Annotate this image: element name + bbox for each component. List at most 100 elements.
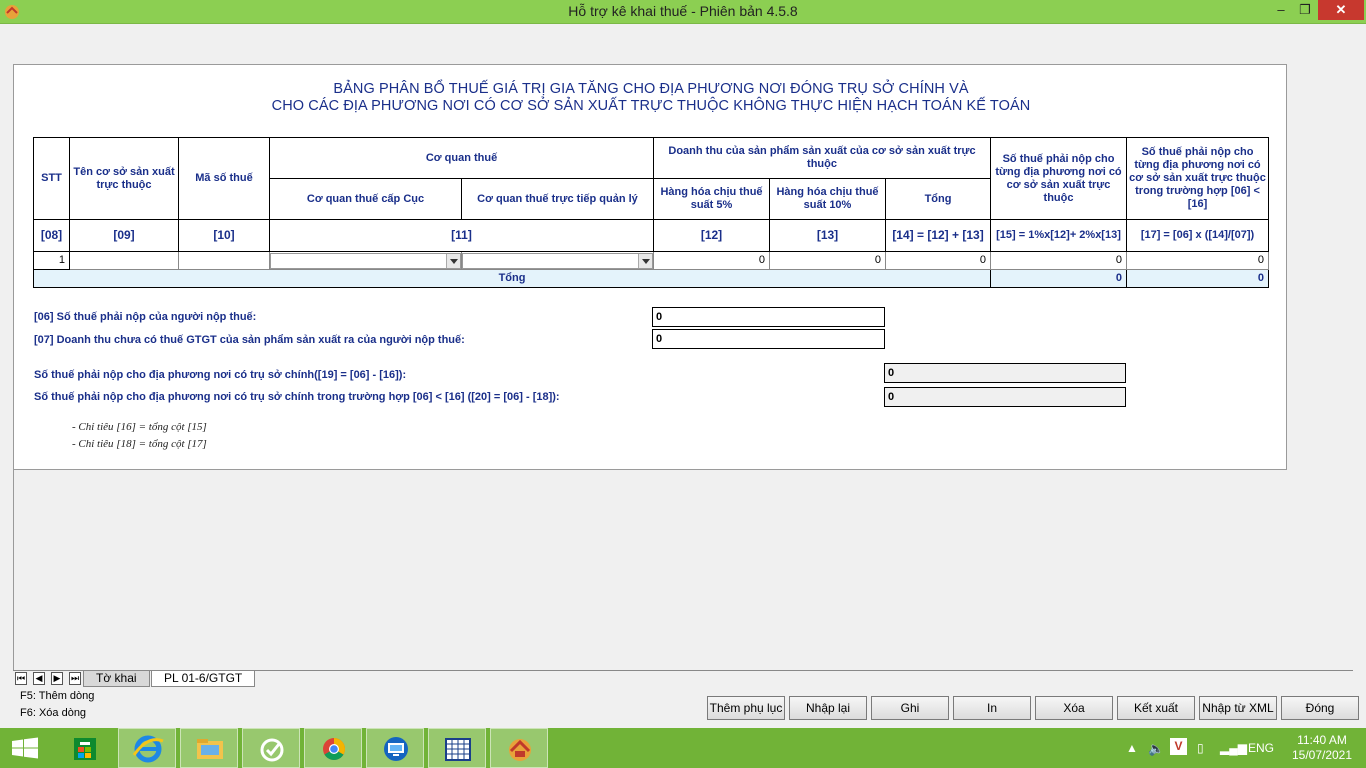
chevron-down-icon[interactable]	[638, 253, 652, 268]
chrome-taskbar-item[interactable]	[304, 728, 362, 768]
field-20-input: 0	[884, 387, 1126, 407]
dong-button[interactable]: Đóng	[1281, 696, 1359, 720]
nhap-tu-xml-button[interactable]: Nhập từ XML	[1199, 696, 1277, 720]
field-19-input: 0	[884, 363, 1126, 383]
start-button[interactable]	[0, 728, 50, 768]
language-indicator[interactable]: ENG	[1248, 741, 1274, 755]
table-row: 1 0 0 0 0 0	[33, 251, 1270, 270]
header-ten-co-so: Tên cơ sở sản xuất trực thuộc	[69, 137, 179, 220]
app-green-icon	[260, 738, 284, 762]
chevron-down-icon[interactable]	[446, 253, 460, 268]
in-button[interactable]: In	[953, 696, 1031, 720]
code-17: [17] = [06] x ([14]/[07])	[1126, 219, 1270, 252]
cell-13[interactable]: 0	[769, 251, 886, 270]
xoa-button[interactable]: Xóa	[1035, 696, 1113, 720]
close-button[interactable]: ✕	[1318, 0, 1364, 20]
ket-xuat-button[interactable]: Kết xuất	[1117, 696, 1195, 720]
field-06-input[interactable]: 0	[652, 307, 885, 327]
allocation-table: STT Tên cơ sở sản xuất trực thuộc Mã số …	[32, 137, 1270, 288]
header-cq-cap-cuc: Cơ quan thuế cấp Cục	[269, 178, 462, 220]
ie-taskbar-item[interactable]	[118, 728, 176, 768]
remote-taskbar-item[interactable]	[366, 728, 424, 768]
explorer-taskbar-item[interactable]	[180, 728, 238, 768]
clock-date: 15/07/2021	[1291, 748, 1353, 762]
total-17: 0	[1126, 269, 1270, 288]
code-14: [14] = [12] + [13]	[884, 219, 992, 252]
next-sheet-icon[interactable]: ▶	[51, 672, 63, 685]
store-icon	[74, 738, 96, 760]
cell-ten-co-so[interactable]	[69, 251, 179, 270]
header-stt: STT	[33, 137, 70, 220]
shortcut-f5: F5: Thêm dòng	[20, 690, 95, 702]
show-hidden-icons-icon[interactable]: ▲	[1126, 741, 1138, 755]
header-tong: Tổng	[884, 178, 992, 220]
header-ma-so-thue: Mã số thuế	[178, 137, 270, 220]
prev-sheet-icon[interactable]: ◀	[33, 672, 45, 685]
code-11: [11]	[269, 219, 654, 252]
form-title-line2: CHO CÁC ĐỊA PHƯƠNG NƠI CÓ CƠ SỞ SẢN XUẤT…	[271, 98, 1031, 114]
cell-12[interactable]: 0	[653, 251, 770, 270]
nhap-lai-button[interactable]: Nhập lại	[789, 696, 867, 720]
network-icon[interactable]: ▂▄▆	[1220, 741, 1247, 755]
code-12: [12]	[653, 219, 770, 252]
field-07-input[interactable]: 0	[652, 329, 885, 349]
form-title-line1: BẢNG PHÂN BỔ THUẾ GIÁ TRỊ GIA TĂNG CHO Đ…	[333, 81, 969, 97]
code-10: [10]	[178, 219, 270, 252]
last-sheet-icon[interactable]: ⏭	[69, 672, 81, 685]
minimize-button[interactable]: –	[1268, 0, 1294, 20]
cell-14: 0	[884, 251, 992, 270]
cell-17: 0	[1126, 251, 1270, 270]
clock[interactable]: 11:40 AM 15/07/2021	[1286, 733, 1358, 763]
main-content: BẢNG PHÂN BỔ THUẾ GIÁ TRỊ GIA TĂNG CHO Đ…	[0, 24, 1366, 670]
tax-app-taskbar-item[interactable]	[490, 728, 548, 768]
total-label: Tổng	[32, 269, 992, 288]
window-title: Hỗ trợ kê khai thuế - Phiên bản 4.5.8	[568, 3, 798, 19]
green-app-taskbar-item[interactable]	[242, 728, 300, 768]
cq-truc-tiep-dropdown[interactable]	[462, 252, 653, 269]
note-18: - Chỉ tiêu [18] = tổng cột [17]	[72, 438, 207, 450]
header-cq-truc-tiep: Cơ quan thuế trực tiếp quản lý	[461, 178, 654, 220]
file-explorer-icon	[197, 739, 223, 759]
windows-taskbar: ▲ 🔈 V ▯ ▂▄▆ ENG 11:40 AM 15/07/2021	[0, 728, 1366, 768]
clock-time: 11:40 AM	[1297, 733, 1347, 747]
power-icon[interactable]: ▯	[1197, 741, 1204, 755]
cell-15: 0	[990, 251, 1128, 270]
spreadsheet-taskbar-item[interactable]	[428, 728, 486, 768]
store-taskbar-item[interactable]	[56, 728, 114, 768]
note-16: - Chỉ tiêu [16] = tổng cột [15]	[72, 421, 207, 433]
internet-explorer-icon	[132, 735, 164, 763]
cell-cq-truc-tiep[interactable]	[461, 251, 654, 270]
code-15: [15] = 1%x[12]+ 2%x[13]	[990, 219, 1128, 252]
shortcut-f6: F6: Xóa dòng	[20, 707, 87, 719]
cq-cap-cuc-dropdown[interactable]	[270, 252, 461, 269]
total-row: Tổng 0 0	[32, 269, 1270, 288]
field-07-label: [07] Doanh thu chưa có thuế GTGT của sản…	[34, 334, 465, 346]
volume-icon[interactable]: 🔈	[1148, 741, 1164, 757]
window-titlebar: Hỗ trợ kê khai thuế - Phiên bản 4.5.8 – …	[0, 0, 1366, 24]
cell-stt: 1	[33, 251, 70, 270]
code-09: [09]	[69, 219, 179, 252]
panel-left-border	[13, 470, 14, 670]
total-15: 0	[990, 269, 1128, 288]
antivirus-icon[interactable]: V	[1170, 738, 1187, 755]
them-phu-luc-button[interactable]: Thêm phụ lục	[707, 696, 785, 720]
ghi-button[interactable]: Ghi	[871, 696, 949, 720]
tax-app-icon	[509, 739, 531, 761]
field-06-label: [06] Số thuế phải nộp của người nộp thuế…	[34, 311, 257, 323]
header-so-thue-truong-hop: Số thuế phải nộp cho từng địa phương nơi…	[1126, 137, 1270, 220]
remote-desktop-icon	[384, 737, 408, 761]
spreadsheet-icon	[445, 738, 471, 761]
cell-cq-cap-cuc[interactable]	[269, 251, 462, 270]
tab-pl-01-6[interactable]: PL 01-6/GTGT	[151, 671, 256, 687]
tab-to-khai[interactable]: Tờ khai	[83, 671, 150, 687]
header-so-thue-phai-nop: Số thuế phải nộp cho từng địa phương nơi…	[990, 137, 1128, 220]
code-08: [08]	[33, 219, 70, 252]
header-hh-10: Hàng hóa chịu thuế suất 10%	[769, 178, 886, 220]
cell-ma-so-thue[interactable]	[178, 251, 270, 270]
first-sheet-icon[interactable]: ⏮	[15, 672, 27, 685]
header-hh-5: Hàng hóa chịu thuế suất 5%	[653, 178, 770, 220]
field-19-label: Số thuế phải nộp cho địa phương nơi có t…	[34, 369, 407, 381]
chrome-icon	[323, 738, 345, 760]
code-13: [13]	[769, 219, 886, 252]
maximize-button[interactable]: ❐	[1292, 0, 1318, 20]
